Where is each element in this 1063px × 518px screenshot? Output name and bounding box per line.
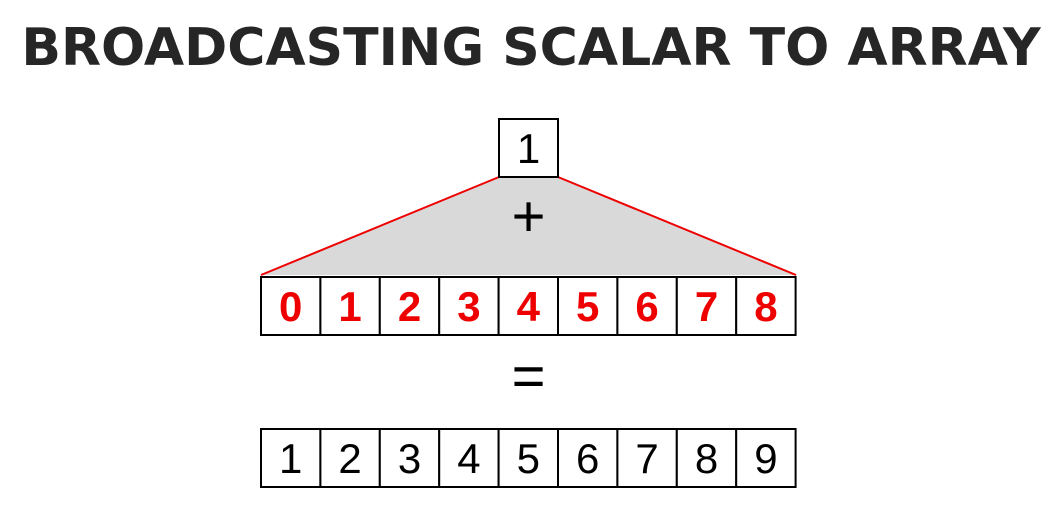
diagram-title: BROADCASTING SCALAR TO ARRAY xyxy=(21,18,1042,78)
input-array-value: 3 xyxy=(457,283,480,330)
input-array-value: 2 xyxy=(398,283,421,330)
result-array-value: 5 xyxy=(517,435,540,482)
result-array-value: 2 xyxy=(338,435,361,482)
result-array-value: 1 xyxy=(279,435,302,482)
input-array-value: 4 xyxy=(517,283,541,330)
result-array-value: 8 xyxy=(695,435,718,482)
plus-operator: + xyxy=(512,184,546,249)
result-array-value: 6 xyxy=(576,435,599,482)
result-array-value: 4 xyxy=(457,435,480,482)
equals-operator: = xyxy=(512,344,546,409)
input-array-value: 7 xyxy=(695,283,718,330)
broadcast-diagram: BROADCASTING SCALAR TO ARRAY 1 + 0123456… xyxy=(21,18,1042,488)
result-array-value: 7 xyxy=(635,435,658,482)
input-array-value: 1 xyxy=(338,283,361,330)
input-array-value: 6 xyxy=(635,283,658,330)
result-array-value: 3 xyxy=(398,435,421,482)
result-array: 123456789 xyxy=(260,428,797,488)
input-array-value: 5 xyxy=(576,283,599,330)
input-array-value: 0 xyxy=(279,283,302,330)
input-array: 012345678 xyxy=(260,276,797,336)
input-array-value: 8 xyxy=(754,283,777,330)
result-array-value: 9 xyxy=(754,435,777,482)
scalar-value: 1 xyxy=(517,125,540,172)
